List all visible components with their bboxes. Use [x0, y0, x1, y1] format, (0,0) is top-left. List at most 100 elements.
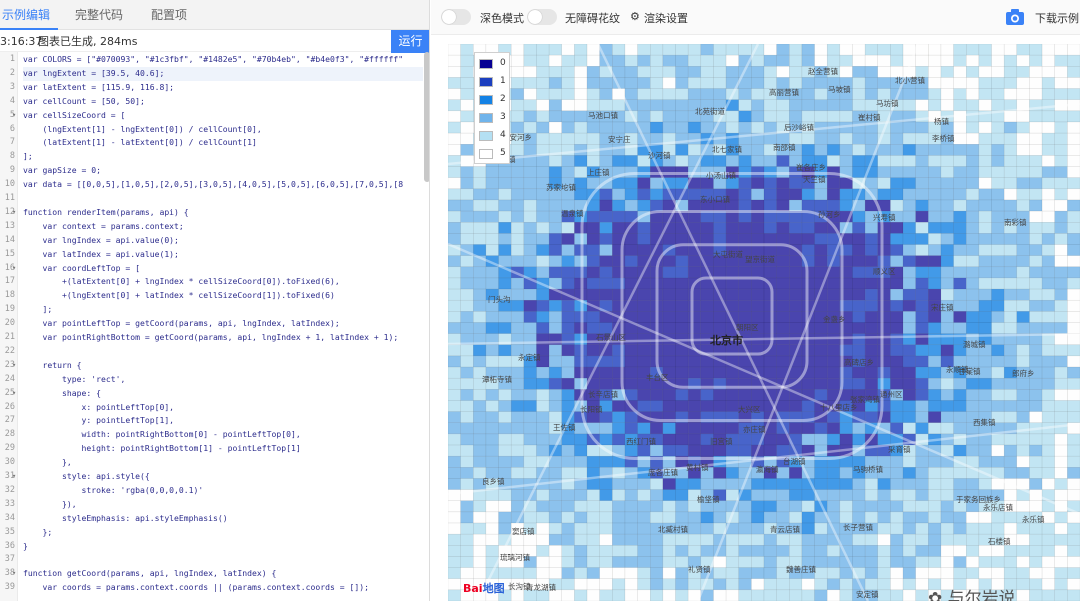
heatmap-cell[interactable] — [498, 244, 512, 256]
heatmap-cell[interactable] — [687, 144, 702, 156]
heatmap-cell[interactable] — [523, 400, 537, 412]
heatmap-cell[interactable] — [624, 188, 638, 201]
heatmap-cell[interactable] — [953, 444, 967, 457]
heatmap-cell[interactable] — [687, 511, 702, 524]
camera-icon[interactable] — [1005, 8, 1025, 26]
heatmap-cell[interactable] — [548, 244, 563, 256]
heatmap-cell[interactable] — [1054, 411, 1068, 424]
heatmap-cell[interactable] — [864, 132, 879, 145]
heatmap-cell[interactable] — [448, 177, 461, 190]
heatmap-cell[interactable] — [725, 545, 739, 557]
heatmap-cell[interactable] — [1029, 311, 1043, 323]
heatmap-cell[interactable] — [561, 489, 575, 501]
heatmap-cell[interactable] — [814, 244, 828, 256]
heatmap-cell[interactable] — [1029, 132, 1043, 145]
heatmap-cell[interactable] — [826, 478, 841, 490]
heatmap-cell[interactable] — [1067, 66, 1080, 78]
heatmap-cell[interactable] — [473, 567, 487, 579]
heatmap-cell[interactable] — [991, 299, 1005, 312]
heatmap-cell[interactable] — [700, 299, 714, 312]
heatmap-cell[interactable] — [928, 500, 942, 513]
heatmap-cell[interactable] — [1029, 266, 1043, 279]
heatmap-cell[interactable] — [1029, 455, 1043, 468]
heatmap-cell[interactable] — [548, 545, 563, 557]
heatmap-cell[interactable] — [561, 44, 575, 56]
heatmap-cell[interactable] — [599, 556, 613, 568]
heatmap-cell[interactable] — [738, 277, 752, 290]
heatmap-cell[interactable] — [738, 444, 752, 457]
heatmap-cell[interactable] — [612, 489, 626, 501]
heatmap-cell[interactable] — [510, 444, 525, 457]
heatmap-cell[interactable] — [448, 110, 461, 123]
heatmap-cell[interactable] — [649, 66, 664, 78]
heatmap-cell[interactable] — [586, 511, 600, 524]
heatmap-cell[interactable] — [485, 166, 499, 178]
heatmap-cell[interactable] — [1041, 66, 1055, 78]
heatmap-cell[interactable] — [940, 155, 954, 167]
heatmap-cell[interactable] — [662, 299, 676, 312]
heatmap-cell[interactable] — [991, 389, 1005, 401]
heatmap-cell[interactable] — [789, 467, 803, 479]
heatmap-cell[interactable] — [814, 377, 828, 390]
heatmap-cell[interactable] — [776, 311, 790, 323]
heatmap-cell[interactable] — [1067, 221, 1080, 234]
heatmap-cell[interactable] — [940, 233, 954, 245]
heatmap-cell[interactable] — [953, 44, 967, 56]
heatmap-cell[interactable] — [978, 99, 992, 112]
heatmap-cell[interactable] — [978, 400, 992, 412]
heatmap-cell[interactable] — [523, 88, 537, 100]
heatmap-cell[interactable] — [599, 199, 613, 212]
heatmap-cell[interactable] — [460, 255, 474, 268]
heatmap-cell[interactable] — [991, 266, 1005, 279]
heatmap-cell[interactable] — [877, 533, 891, 546]
heatmap-cell[interactable] — [1016, 177, 1030, 190]
heatmap-cell[interactable] — [902, 188, 916, 201]
heatmap-cell[interactable] — [902, 233, 916, 245]
heatmap-cell[interactable] — [953, 277, 967, 290]
heatmap-cell[interactable] — [940, 411, 954, 424]
heatmap-cell[interactable] — [473, 422, 487, 435]
heatmap-cell[interactable] — [915, 489, 929, 501]
heatmap-cell[interactable] — [637, 299, 651, 312]
heatmap-cell[interactable] — [902, 221, 916, 234]
heatmap-cell[interactable] — [624, 500, 638, 513]
heatmap-cell[interactable] — [928, 54, 942, 67]
heatmap-cell[interactable] — [789, 199, 803, 212]
heatmap-cell[interactable] — [624, 266, 638, 279]
heatmap-cell[interactable] — [460, 66, 474, 78]
heatmap-cell[interactable] — [915, 54, 929, 67]
heatmap-cell[interactable] — [789, 422, 803, 435]
heatmap-cell[interactable] — [561, 556, 575, 568]
heatmap-cell[interactable] — [953, 188, 967, 201]
heatmap-cell[interactable] — [460, 545, 474, 557]
heatmap-cell[interactable] — [801, 578, 815, 591]
heatmap-cell[interactable] — [637, 556, 651, 568]
heatmap-cell[interactable] — [675, 44, 689, 56]
heatmap-cell[interactable] — [548, 210, 563, 223]
heatmap-cell[interactable] — [738, 221, 752, 234]
heatmap-cell[interactable] — [536, 500, 550, 513]
heatmap-cell[interactable] — [1067, 88, 1080, 100]
heatmap-cell[interactable] — [536, 155, 550, 167]
heatmap-cell[interactable] — [1067, 277, 1080, 290]
heatmap-cell[interactable] — [1029, 433, 1043, 446]
heatmap-cell[interactable] — [751, 578, 765, 591]
heatmap-cell[interactable] — [940, 199, 954, 212]
heatmap-cell[interactable] — [915, 355, 929, 368]
heatmap-cell[interactable] — [1016, 277, 1030, 290]
heatmap-cell[interactable] — [1067, 266, 1080, 279]
heatmap-cell[interactable] — [536, 88, 550, 100]
heatmap-cell[interactable] — [877, 177, 891, 190]
heatmap-cell[interactable] — [675, 255, 689, 268]
heatmap-cell[interactable] — [1054, 455, 1068, 468]
heatmap-cell[interactable] — [498, 389, 512, 401]
heatmap-cell[interactable] — [599, 377, 613, 390]
heatmap-cell[interactable] — [675, 144, 689, 156]
heatmap-cell[interactable] — [915, 99, 929, 112]
heatmap-cell[interactable] — [548, 467, 563, 479]
heatmap-cell[interactable] — [801, 110, 815, 123]
heatmap-cell[interactable] — [776, 66, 790, 78]
heatmap-cell[interactable] — [1054, 121, 1068, 134]
heatmap-cell[interactable] — [599, 155, 613, 167]
heatmap-cell[interactable] — [776, 478, 790, 490]
